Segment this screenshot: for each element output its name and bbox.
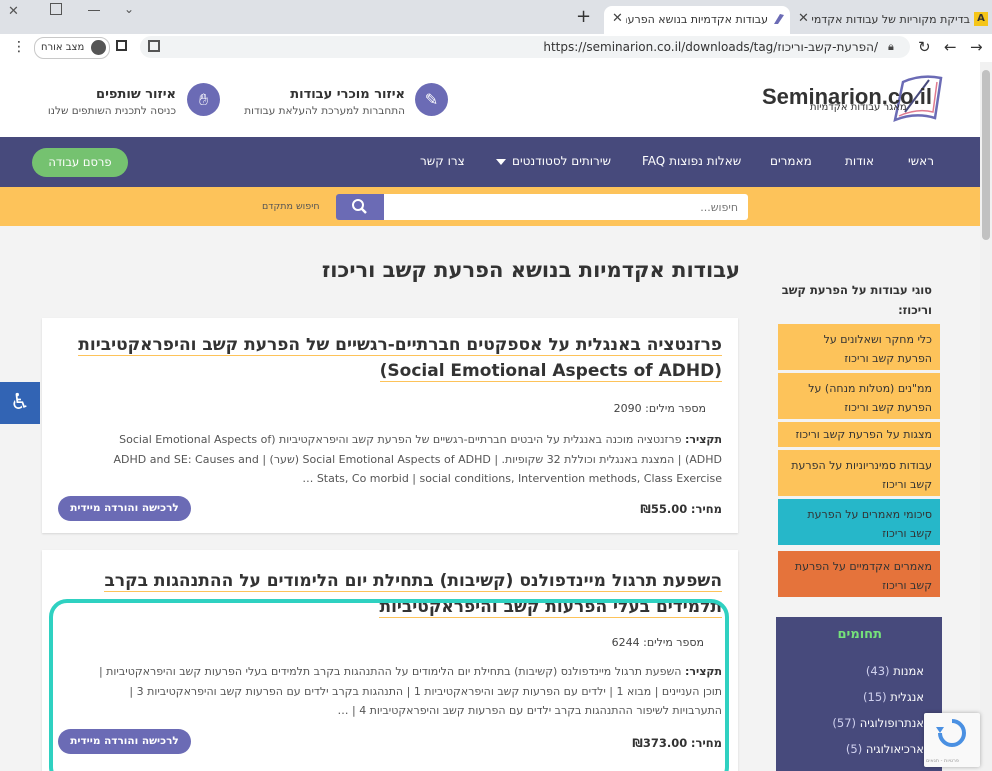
sidebar-item-academic-articles[interactable]: מאמרים אקדמיים על הפרעת קשב וריכוז	[778, 551, 940, 597]
tab-close-icon[interactable]: ✕	[612, 11, 623, 26]
field-count: (43)	[865, 664, 890, 678]
lock-icon[interactable]: 🔒︎	[888, 40, 894, 54]
field-name: ארכיאולוגיה	[865, 742, 924, 756]
field-link[interactable]: אמנות (43)	[866, 664, 924, 678]
field-count: (15)	[863, 690, 887, 704]
nav-home[interactable]: ראשי	[908, 154, 934, 168]
sidebar-item-seminar-papers[interactable]: עבודות סמינריוניות על הפרעת קשב וריכוז	[778, 450, 940, 496]
tab-favicon-icon: A	[974, 12, 988, 26]
field-name: אנתרופולוגיה	[859, 716, 924, 730]
sidebar-item-presentations[interactable]: מצגות על הפרעת קשב וריכוז	[778, 422, 940, 447]
tab-title: עבודות אקדמיות בנושא הפרעת ק	[626, 13, 768, 26]
tab-favicon-icon	[772, 12, 786, 26]
tab-close-icon[interactable]: ✕	[798, 11, 809, 26]
nav-articles[interactable]: מאמרים	[770, 154, 812, 168]
nav-contact[interactable]: צרו קשר	[420, 154, 465, 168]
guest-label: מצב אורח	[41, 42, 85, 53]
scrollbar-thumb[interactable]	[982, 70, 990, 240]
field-name: אמנות	[893, 664, 924, 678]
site-header: Seminarion.co.il מאגר עבודות אקדמיות ✎ א…	[0, 62, 980, 137]
recaptcha-label: פרטיות - תנאים	[926, 758, 960, 764]
advanced-search-link[interactable]: חיפוש מתקדם	[262, 201, 320, 212]
accessibility-icon[interactable]: ♿︎	[0, 382, 40, 424]
qr-code-icon[interactable]	[148, 40, 160, 52]
main-nav: ראשי אודות מאמרים שאלות נפוצות FAQ שירות…	[0, 137, 980, 187]
search-input[interactable]	[384, 194, 748, 220]
nav-faq[interactable]: שאלות נפוצות FAQ	[642, 154, 741, 168]
dropdown-caret-icon[interactable]	[496, 159, 506, 165]
new-tab-icon[interactable]: +	[576, 8, 591, 26]
tab-title: בדיקת מקוריות של עבודות אקדמי	[811, 13, 970, 26]
product-card: פרזנטציה באנגלית על אספקטים חברתיים-רגשי…	[42, 318, 738, 533]
highlight-outline	[49, 599, 729, 771]
search-button[interactable]	[336, 194, 384, 220]
search-icon	[352, 199, 367, 214]
product-price: מחיר: ₪55.00	[640, 502, 722, 516]
avatar-icon	[91, 40, 106, 55]
browser-menu-icon[interactable]: ⋮	[12, 39, 26, 55]
recaptcha-icon	[936, 719, 966, 747]
partners-area-title[interactable]: איזור שותפים	[60, 87, 176, 102]
sidebar-item-article-summaries[interactable]: סיכומי מאמרים על הפרעת קשב וריכוז	[778, 499, 940, 545]
field-name: אנגלית	[890, 690, 924, 704]
guest-profile-button[interactable]: מצב אורח	[34, 37, 110, 59]
logo-tagline: מאגר עבודות אקדמיות	[810, 102, 907, 113]
sellers-area-title[interactable]: איזור מוכרי עבודות	[290, 87, 405, 102]
fields-panel: תחומים אמנות (43) אנגלית (15) אנתרופולוג…	[776, 617, 942, 771]
word-count: מספר מילים: 2090	[613, 402, 706, 415]
publish-work-button[interactable]: פרסם עבודה	[32, 148, 128, 177]
pen-icon[interactable]: ✎	[415, 83, 448, 116]
nav-about[interactable]: אודות	[845, 154, 874, 168]
field-link[interactable]: ארכיאולוגיה (5)	[846, 742, 924, 756]
sidebar-title: סוגי עבודות על הפרעת קשב וריכוז:	[781, 283, 932, 317]
window-maximize-icon[interactable]	[50, 3, 62, 15]
sellers-area-subtitle: התחברות למערכת להעלאת עבודות	[244, 105, 405, 117]
back-arrow-icon[interactable]: →	[970, 38, 983, 56]
web-page: Seminarion.co.il מאגר עבודות אקדמיות ✎ א…	[0, 62, 980, 771]
side-panel-icon[interactable]	[116, 40, 127, 51]
product-title[interactable]: פרזנטציה באנגלית על אספקטים חברתיים-רגשי…	[62, 332, 722, 384]
search-bar: חיפוש מתקדם	[0, 187, 980, 226]
field-count: (57)	[832, 716, 857, 730]
field-link[interactable]: אנתרופולוגיה (57)	[832, 716, 924, 730]
sidebar-item-assignments[interactable]: ממ"נים (מטלות מנחה) על הפרעת קשב וריכוז	[778, 373, 940, 419]
tab-search-chevron-icon[interactable]: ⌄	[124, 2, 134, 16]
tab-active[interactable]: עבודות אקדמיות בנושא הפרעת ק ✕	[604, 6, 790, 34]
window-close-icon[interactable]: ✕	[8, 4, 19, 19]
forward-arrow-icon[interactable]: ←	[944, 38, 957, 56]
page-title: עבודות אקדמיות בנושא הפרעת קשב וריכוז	[321, 258, 740, 282]
fields-title: תחומים	[837, 627, 882, 642]
nav-student-services[interactable]: שירותים לסטודנטים	[512, 154, 611, 168]
partners-area-subtitle: כניסה לתכנית השותפים שלנו	[47, 105, 176, 117]
tab-originality-check[interactable]: A בדיקת מקוריות של עבודות אקדמי ✕	[790, 6, 992, 34]
window-minimize-icon[interactable]	[88, 10, 100, 11]
reload-icon[interactable]: ↻	[918, 38, 931, 56]
hand-coin-icon[interactable]: ✋︎	[187, 83, 220, 116]
field-link[interactable]: אנגלית (15)	[863, 690, 924, 704]
field-count: (5)	[845, 742, 863, 756]
url-text[interactable]: https://seminarion.co.il/downloads/tag/ה…	[300, 40, 878, 54]
product-summary: תקציר: פרזנטציה מוכנה באנגלית על היבטים …	[113, 433, 722, 485]
sidebar-item-research-tools[interactable]: כלי מחקר ושאלונים על הפרעת קשב וריכוז	[778, 324, 940, 370]
buy-download-button[interactable]: לרכישה והורדה מיידית	[58, 496, 191, 521]
recaptcha-badge[interactable]: פרטיות - תנאים	[924, 713, 980, 767]
